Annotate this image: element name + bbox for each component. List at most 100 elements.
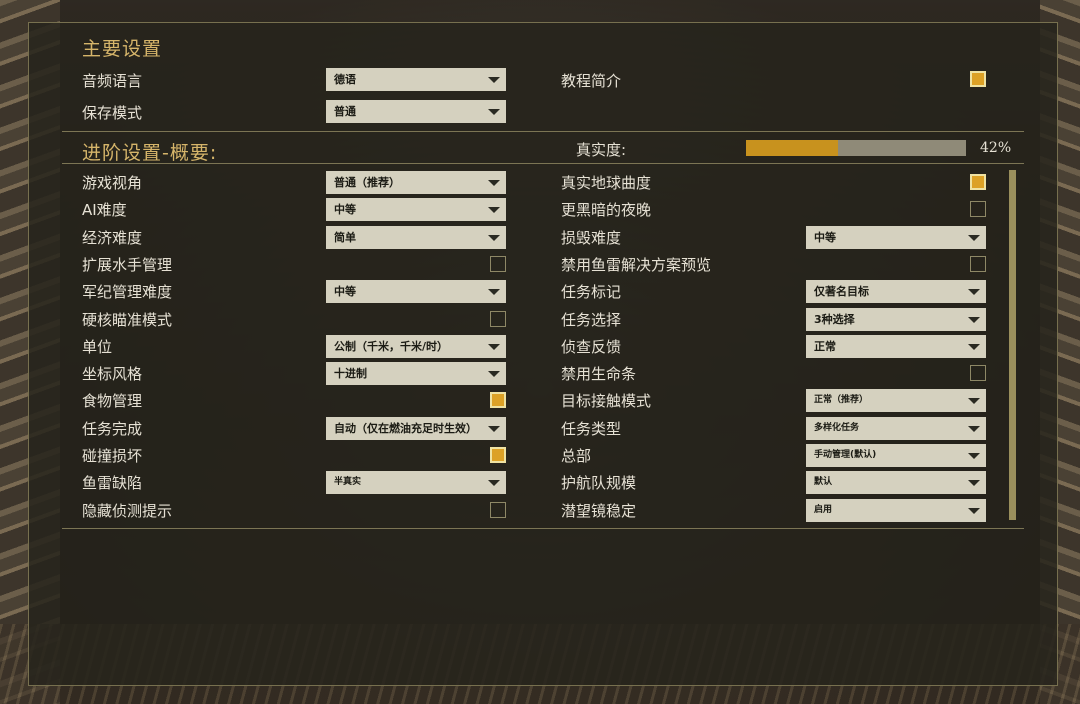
left-label-8: 食物管理 bbox=[82, 392, 143, 410]
left-label-1: AI难度 bbox=[82, 201, 127, 219]
right-label-7: 禁用生命条 bbox=[561, 365, 637, 383]
right-checkbox-0[interactable] bbox=[970, 174, 986, 190]
right-dropdown-value-4: 仅著名目标 bbox=[814, 285, 869, 298]
left-dropdown-4[interactable]: 中等 bbox=[326, 280, 506, 303]
left-dropdown-value-11: 半真实 bbox=[334, 477, 362, 487]
chevron-down-icon bbox=[488, 480, 500, 486]
chevron-down-icon bbox=[488, 371, 500, 377]
right-label-9: 任务类型 bbox=[561, 420, 622, 438]
audio-language-value: 德语 bbox=[334, 73, 356, 86]
advanced-settings-title: 进阶设置-概要: bbox=[82, 142, 218, 164]
right-label-4: 任务标记 bbox=[561, 283, 622, 301]
chevron-down-icon bbox=[968, 398, 980, 404]
right-label-2: 损毁难度 bbox=[561, 229, 622, 247]
chevron-down-icon bbox=[488, 344, 500, 350]
left-dropdown-value-7: 十进制 bbox=[334, 367, 367, 380]
right-label-6: 侦查反馈 bbox=[561, 338, 622, 356]
right-dropdown-5[interactable]: 3种选择 bbox=[806, 308, 986, 331]
left-label-3: 扩展水手管理 bbox=[82, 256, 173, 274]
realism-progress-bar bbox=[746, 140, 966, 156]
right-label-3: 禁用鱼雷解决方案预览 bbox=[561, 256, 712, 274]
right-dropdown-2[interactable]: 中等 bbox=[806, 226, 986, 249]
right-dropdown-9[interactable]: 多样化任务 bbox=[806, 417, 986, 440]
left-checkbox-10[interactable] bbox=[490, 447, 506, 463]
scrollbar[interactable] bbox=[1009, 170, 1016, 520]
right-dropdown-value-9: 多样化任务 bbox=[814, 423, 860, 433]
save-mode-dropdown[interactable]: 普通 bbox=[326, 100, 506, 123]
right-dropdown-value-8: 正常（推荐） bbox=[814, 395, 869, 405]
right-dropdown-value-10: 手动管理(默认) bbox=[814, 450, 877, 460]
chevron-down-icon bbox=[968, 317, 980, 323]
right-label-0: 真实地球曲度 bbox=[561, 174, 652, 192]
left-checkbox-5[interactable] bbox=[490, 311, 506, 327]
right-dropdown-8[interactable]: 正常（推荐） bbox=[806, 389, 986, 412]
chevron-down-icon bbox=[968, 453, 980, 459]
left-dropdown-11[interactable]: 半真实 bbox=[326, 471, 506, 494]
realism-progress-fill bbox=[746, 140, 839, 156]
right-dropdown-11[interactable]: 默认 bbox=[806, 471, 986, 494]
right-dropdown-12[interactable]: 启用 bbox=[806, 499, 986, 522]
left-label-7: 坐标风格 bbox=[82, 365, 143, 383]
main-settings-title: 主要设置 bbox=[82, 38, 163, 60]
right-label-12: 潜望镜稳定 bbox=[561, 502, 637, 520]
left-dropdown-value-9: 自动（仅在燃油充足时生效） bbox=[334, 422, 477, 435]
save-mode-value: 普通 bbox=[334, 105, 356, 118]
chevron-down-icon bbox=[968, 480, 980, 486]
right-label-5: 任务选择 bbox=[561, 311, 622, 329]
left-dropdown-7[interactable]: 十进制 bbox=[326, 362, 506, 385]
right-checkbox-1[interactable] bbox=[970, 201, 986, 217]
left-label-6: 单位 bbox=[82, 338, 113, 356]
right-dropdown-4[interactable]: 仅著名目标 bbox=[806, 280, 986, 303]
left-label-12: 隐藏侦测提示 bbox=[82, 502, 173, 520]
left-label-9: 任务完成 bbox=[82, 420, 143, 438]
save-mode-label: 保存模式 bbox=[82, 104, 143, 122]
right-dropdown-6[interactable]: 正常 bbox=[806, 335, 986, 358]
chevron-down-icon bbox=[488, 289, 500, 295]
left-checkbox-3[interactable] bbox=[490, 256, 506, 272]
left-dropdown-value-6: 公制（千米，千米/时） bbox=[334, 340, 449, 353]
left-label-2: 经济难度 bbox=[82, 229, 143, 247]
chevron-down-icon bbox=[968, 344, 980, 350]
right-checkbox-3[interactable] bbox=[970, 256, 986, 272]
chevron-down-icon bbox=[968, 235, 980, 241]
left-checkbox-12[interactable] bbox=[490, 502, 506, 518]
left-dropdown-6[interactable]: 公制（千米，千米/时） bbox=[326, 335, 506, 358]
section-divider bbox=[62, 131, 1024, 132]
tutorial-checkbox[interactable] bbox=[970, 71, 986, 87]
left-checkbox-8[interactable] bbox=[490, 392, 506, 408]
left-label-5: 硬核瞄准模式 bbox=[82, 311, 173, 329]
left-label-11: 鱼雷缺陷 bbox=[82, 474, 143, 492]
chevron-down-icon bbox=[968, 508, 980, 514]
section-divider bbox=[62, 528, 1024, 529]
chevron-down-icon bbox=[488, 426, 500, 432]
right-checkbox-7[interactable] bbox=[970, 365, 986, 381]
realism-percent: 42% bbox=[980, 140, 1012, 156]
realism-label: 真实度: bbox=[576, 141, 627, 159]
right-label-1: 更黑暗的夜晚 bbox=[561, 201, 652, 219]
chevron-down-icon bbox=[968, 426, 980, 432]
right-label-11: 护航队规模 bbox=[561, 474, 637, 492]
right-dropdown-value-5: 3种选择 bbox=[814, 313, 855, 326]
chevron-down-icon bbox=[488, 77, 500, 83]
left-dropdown-value-2: 简单 bbox=[334, 231, 356, 244]
left-dropdown-2[interactable]: 简单 bbox=[326, 226, 506, 249]
left-dropdown-0[interactable]: 普通（推荐） bbox=[326, 171, 506, 194]
chevron-down-icon bbox=[968, 289, 980, 295]
left-label-4: 军纪管理难度 bbox=[82, 283, 173, 301]
left-dropdown-value-4: 中等 bbox=[334, 285, 356, 298]
left-dropdown-value-0: 普通（推荐） bbox=[334, 176, 400, 189]
audio-language-label: 音频语言 bbox=[82, 72, 143, 90]
right-dropdown-value-11: 默认 bbox=[814, 477, 833, 487]
right-dropdown-value-12: 启用 bbox=[814, 505, 833, 515]
right-dropdown-10[interactable]: 手动管理(默认) bbox=[806, 444, 986, 467]
left-dropdown-1[interactable]: 中等 bbox=[326, 198, 506, 221]
chevron-down-icon bbox=[488, 109, 500, 115]
left-label-10: 碰撞损坏 bbox=[82, 447, 143, 465]
left-dropdown-9[interactable]: 自动（仅在燃油充足时生效） bbox=[326, 417, 506, 440]
chevron-down-icon bbox=[488, 207, 500, 213]
right-label-8: 目标接触模式 bbox=[561, 392, 652, 410]
audio-language-dropdown[interactable]: 德语 bbox=[326, 68, 506, 91]
right-label-10: 总部 bbox=[561, 447, 592, 465]
left-dropdown-value-1: 中等 bbox=[334, 203, 356, 216]
left-label-0: 游戏视角 bbox=[82, 174, 143, 192]
